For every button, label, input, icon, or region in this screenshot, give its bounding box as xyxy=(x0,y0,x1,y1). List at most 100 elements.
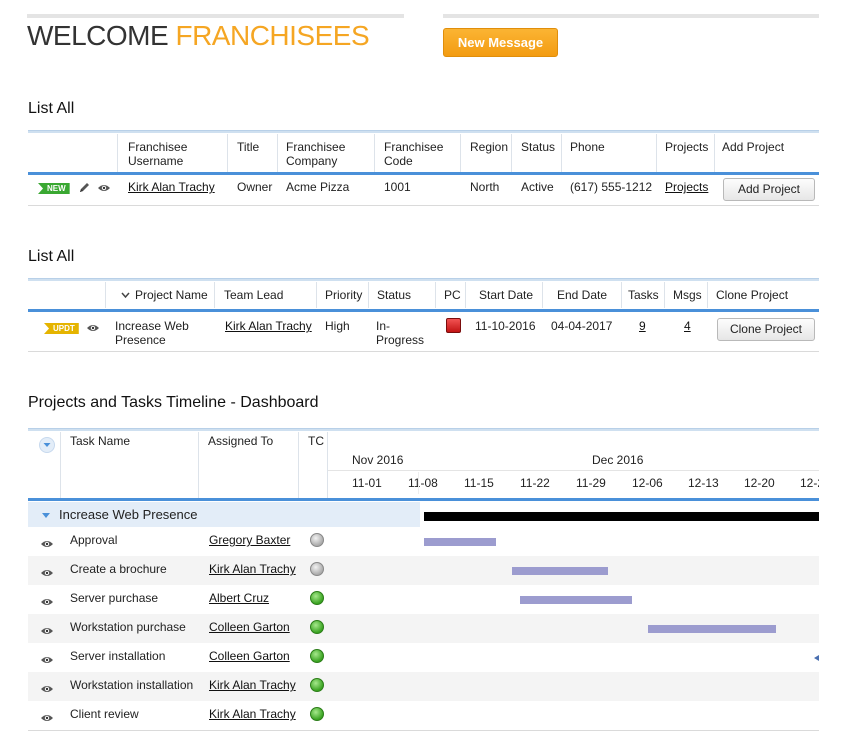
table-top-rule xyxy=(28,278,819,281)
task-name: Approval xyxy=(70,533,118,547)
col-header-end-date[interactable]: End Date xyxy=(557,288,607,302)
timeline-row[interactable]: Client review Kirk Alan Trachy xyxy=(28,701,819,730)
col-header-status[interactable]: Status xyxy=(521,140,555,154)
eye-icon[interactable] xyxy=(40,539,54,549)
offscreen-arrow-icon[interactable] xyxy=(814,655,819,661)
task-assignee-link[interactable]: Gregory Baxter xyxy=(209,533,290,547)
sort-chevron-down-icon[interactable] xyxy=(121,292,130,299)
tasks-count-link[interactable]: 9 xyxy=(639,319,646,333)
add-project-button[interactable]: Add Project xyxy=(723,178,815,201)
col-sep xyxy=(298,432,299,498)
task-bar[interactable] xyxy=(424,538,496,546)
eye-icon[interactable] xyxy=(40,568,54,578)
task-assignee-link[interactable]: Albert Cruz xyxy=(209,591,269,605)
tc-status-dot xyxy=(310,562,324,576)
col-header-title[interactable]: Title xyxy=(237,140,259,154)
project-priority: High xyxy=(325,319,350,333)
col-header-pc[interactable]: PC xyxy=(444,288,461,302)
col-sep xyxy=(460,134,461,172)
task-assignee-link[interactable]: Colleen Garton xyxy=(209,620,290,634)
col-header-project-name[interactable]: Project Name xyxy=(135,288,208,302)
week-label: 11-08 xyxy=(408,476,438,490)
col-header-add-project[interactable]: Add Project xyxy=(722,140,784,154)
header-rule-left xyxy=(27,14,404,18)
week-label: 12-13 xyxy=(688,476,719,490)
caret-down-icon[interactable] xyxy=(41,512,51,519)
task-bar[interactable] xyxy=(520,596,632,604)
eye-icon[interactable] xyxy=(40,713,54,723)
collapse-all-toggle[interactable] xyxy=(39,437,55,453)
col-header-code[interactable]: Franchisee Code xyxy=(384,140,454,168)
table-header-rule xyxy=(28,172,819,175)
eye-icon[interactable] xyxy=(97,183,111,193)
week-label: 11-01 xyxy=(352,476,382,490)
row-divider xyxy=(28,351,819,352)
task-assignee-link[interactable]: Kirk Alan Trachy xyxy=(209,707,296,721)
eye-icon[interactable] xyxy=(86,323,100,333)
timeline-row[interactable]: Create a brochure Kirk Alan Trachy xyxy=(28,556,819,585)
month-label-dec: Dec 2016 xyxy=(592,453,644,467)
caret-down-icon xyxy=(43,443,51,447)
franchisee-username-link[interactable]: Kirk Alan Trachy xyxy=(128,180,215,194)
msgs-count-link[interactable]: 4 xyxy=(684,319,691,333)
task-assignee-link[interactable]: Kirk Alan Trachy xyxy=(209,562,296,576)
projects-link[interactable]: Projects xyxy=(665,180,708,194)
col-sep xyxy=(714,134,715,172)
clone-project-button[interactable]: Clone Project xyxy=(717,318,815,341)
col-header-start-date[interactable]: Start Date xyxy=(479,288,533,302)
week-label: 11-15 xyxy=(464,476,494,490)
timeline-row[interactable]: Server purchase Albert Cruz xyxy=(28,585,819,614)
task-name: Server purchase xyxy=(70,591,159,605)
franchisees-table: Franchisee Username Title Franchisee Com… xyxy=(28,130,819,206)
group-summary-bar xyxy=(424,512,819,521)
week-label: 11-22 xyxy=(520,476,550,490)
table-top-rule xyxy=(28,428,819,431)
col-header-assigned-to[interactable]: Assigned To xyxy=(208,434,273,448)
task-bar[interactable] xyxy=(648,625,776,633)
new-message-button[interactable]: New Message xyxy=(443,28,558,57)
eye-icon[interactable] xyxy=(40,597,54,607)
col-header-tc[interactable]: TC xyxy=(308,434,324,448)
col-header-msgs[interactable]: Msgs xyxy=(673,288,702,302)
new-badge: NEW xyxy=(38,183,70,194)
col-header-phone[interactable]: Phone xyxy=(570,140,605,154)
table-header-rule xyxy=(28,498,819,501)
col-header-clone-project[interactable]: Clone Project xyxy=(716,288,788,302)
eye-icon[interactable] xyxy=(40,655,54,665)
col-sep xyxy=(316,282,317,308)
tc-status-dot xyxy=(310,533,324,547)
franchisee-phone: (617) 555-1212 xyxy=(570,180,653,194)
timeline-row[interactable]: Workstation installation Kirk Alan Trach… xyxy=(28,672,819,701)
timeline-row[interactable]: Approval Gregory Baxter xyxy=(28,527,819,556)
timeline-bottom-rule xyxy=(28,730,819,731)
task-assignee-link[interactable]: Colleen Garton xyxy=(209,649,290,663)
col-header-region[interactable]: Region xyxy=(470,140,508,154)
col-sep xyxy=(656,134,657,172)
col-header-projects[interactable]: Projects xyxy=(665,140,708,154)
col-header-tasks[interactable]: Tasks xyxy=(628,288,659,302)
week-label: 12-2 xyxy=(800,476,819,490)
col-header-username[interactable]: Franchisee Username xyxy=(128,140,224,168)
eye-icon[interactable] xyxy=(40,626,54,636)
eye-icon[interactable] xyxy=(40,684,54,694)
col-header-task-name[interactable]: Task Name xyxy=(70,434,130,448)
col-header-team-lead[interactable]: Team Lead xyxy=(224,288,283,302)
task-assignee-link[interactable]: Kirk Alan Trachy xyxy=(209,678,296,692)
task-bar[interactable] xyxy=(512,567,608,575)
franchisees-section-title: List All xyxy=(28,100,75,117)
team-lead-link[interactable]: Kirk Alan Trachy xyxy=(225,319,312,333)
col-sep xyxy=(368,282,369,308)
timeline-row[interactable]: Workstation purchase Colleen Garton xyxy=(28,614,819,643)
col-header-priority[interactable]: Priority xyxy=(325,288,362,302)
week-sep xyxy=(418,472,419,494)
project-status: In-Progress xyxy=(376,319,425,347)
timeline-group-row[interactable]: Increase Web Presence xyxy=(28,502,819,527)
timeline-row[interactable]: Server installation Colleen Garton xyxy=(28,643,819,672)
pencil-icon[interactable] xyxy=(78,181,91,194)
header-rule-right xyxy=(443,14,819,18)
task-name: Server installation xyxy=(70,649,166,663)
task-name: Workstation installation xyxy=(70,678,194,692)
col-header-status[interactable]: Status xyxy=(377,288,411,302)
col-sep xyxy=(664,282,665,308)
col-header-company[interactable]: Franchisee Company xyxy=(286,140,356,168)
